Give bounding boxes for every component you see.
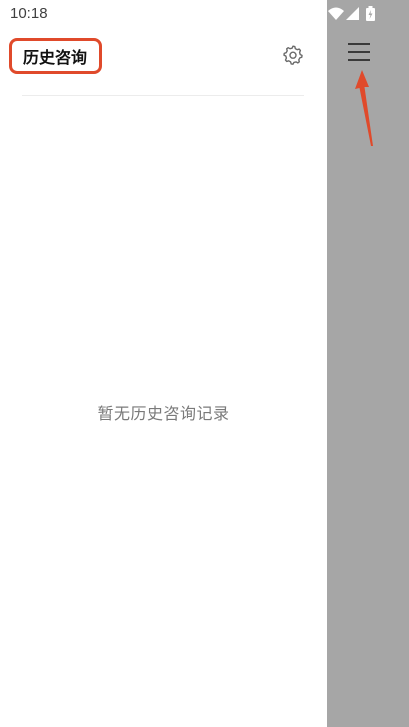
menu-button[interactable] (344, 38, 374, 68)
header-divider (22, 95, 304, 96)
history-drawer: 历史咨询 暂无历史咨询记录 (0, 0, 327, 727)
title-highlight-box (9, 38, 102, 74)
status-time: 10:18 (10, 5, 48, 22)
battery-icon (366, 6, 375, 21)
settings-button[interactable] (281, 43, 305, 67)
signal-icon (346, 7, 359, 20)
screen: 10:18 历史咨询 暂无历史咨询记录 (0, 0, 409, 727)
hamburger-menu-icon (348, 43, 370, 61)
status-icons (328, 6, 375, 21)
annotation-arrow-icon (355, 70, 373, 146)
wifi-icon (328, 7, 344, 20)
empty-state-text: 暂无历史咨询记录 (97, 404, 230, 423)
gear-icon (283, 45, 303, 65)
